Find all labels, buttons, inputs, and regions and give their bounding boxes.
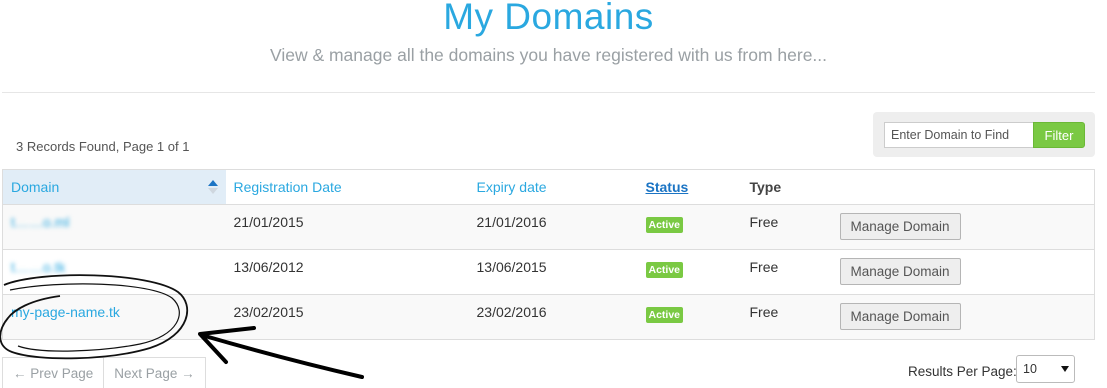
column-header-actions [831,169,1095,205]
divider [2,92,1095,93]
results-per-page-label: Results Per Page: [908,364,1017,379]
registration-date: 23/02/2015 [225,294,469,340]
status-badge: Active [645,262,684,278]
page: My Domains View & manage all the domains… [0,0,1107,388]
column-header-domain[interactable]: Domain [2,169,226,205]
sort-arrows-icon[interactable] [207,180,218,194]
page-subtitle: View & manage all the domains you have r… [269,45,828,65]
column-header-type: Type [741,169,832,205]
results-per-page-value: 10 [1023,362,1037,376]
table-header-row: Domain Registration Date Expiry date Sta… [2,169,1095,205]
next-page-button[interactable]: Next Page → [104,357,206,388]
domain-link[interactable]: t……o.ml [11,214,69,230]
expiry-date: 13/06/2015 [468,249,638,295]
page-title: My Domains [443,0,654,37]
manage-domain-button[interactable]: Manage Domain [839,213,961,240]
results-per-page-select[interactable]: 10 [1016,355,1075,383]
domain-type: Free [741,294,832,340]
column-header-registration-date[interactable]: Registration Date [225,169,469,205]
records-info: 3 Records Found, Page 1 of 1 [16,139,190,154]
expiry-date: 21/01/2016 [468,204,638,250]
registration-date: 21/01/2015 [225,204,469,250]
status-badge: Active [645,307,684,323]
domain-link[interactable]: my-page-name.tk [11,304,120,320]
annotation-arrow-shaft [203,334,364,379]
filter-button[interactable]: Filter [1033,122,1085,148]
manage-domain-button[interactable]: Manage Domain [839,258,961,285]
expiry-date: 23/02/2016 [468,294,638,340]
column-header-expiry-date[interactable]: Expiry date [468,169,638,205]
caret-down-icon [1061,366,1069,372]
prev-page-button[interactable]: ← Prev Page [2,357,105,388]
pagination: ← Prev Page Next Page → [2,357,206,388]
table-row: t……o.tk 13/06/2012 13/06/2015 Active Fre… [2,249,1095,295]
column-header-label: Domain [11,179,60,195]
registration-date: 13/06/2012 [225,249,469,295]
filter-panel: Filter [873,112,1095,157]
table-row: t……o.ml 21/01/2015 21/01/2016 Active Fre… [2,204,1095,250]
status-badge: Active [645,217,684,233]
domain-search-input[interactable] [884,122,1033,148]
domain-type: Free [741,249,832,295]
domains-table: Domain Registration Date Expiry date Sta… [2,169,1095,340]
manage-domain-button[interactable]: Manage Domain [839,303,961,330]
domain-type: Free [741,204,832,250]
column-header-status[interactable]: Status [637,169,742,205]
table-row: my-page-name.tk 23/02/2015 23/02/2016 Ac… [2,294,1095,340]
domain-link[interactable]: t……o.tk [11,259,65,275]
